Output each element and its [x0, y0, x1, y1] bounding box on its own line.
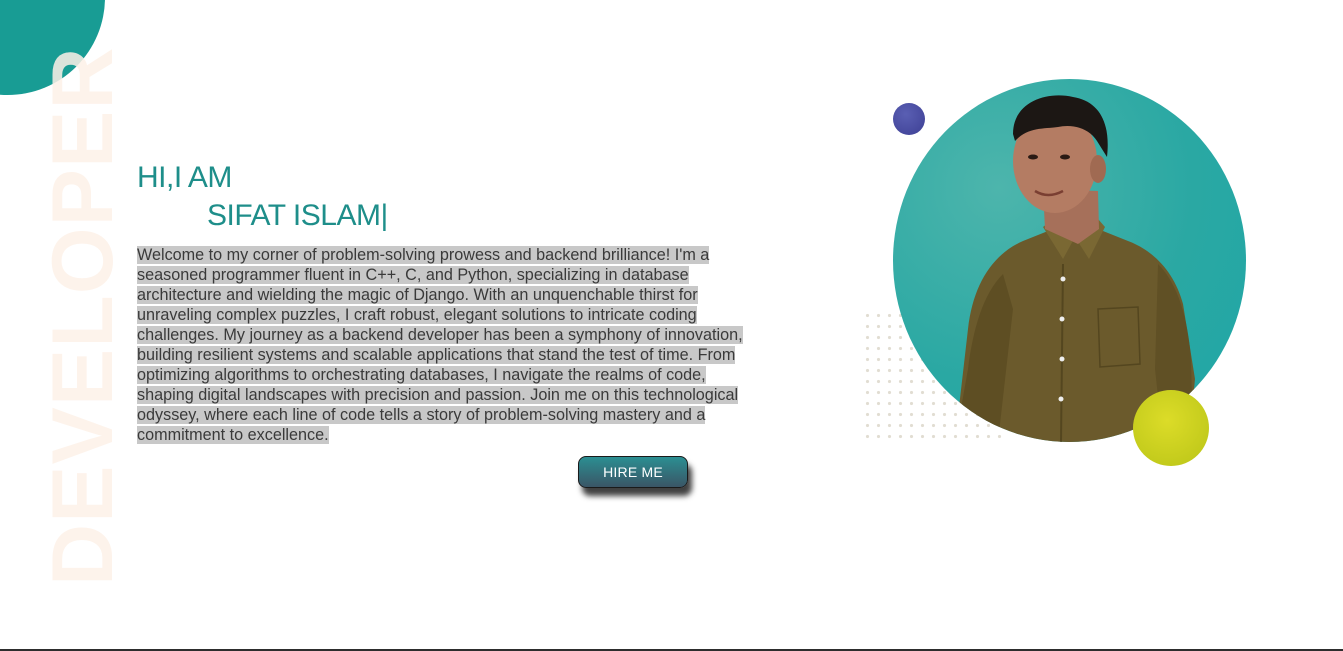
yellow-circle-decoration [1133, 390, 1209, 466]
background-developer-text: DEVELOPER [35, 46, 131, 586]
name-heading: SIFAT ISLAM| [207, 198, 388, 234]
profile-photo [893, 79, 1246, 442]
bio-paragraph: Welcome to my corner of problem-solving … [137, 245, 747, 445]
hire-me-button[interactable]: HIRE ME [578, 456, 688, 488]
greeting-heading: HI,I AM [137, 161, 232, 194]
typing-cursor: | [380, 199, 388, 232]
name-text: SIFAT ISLAM [207, 199, 381, 232]
hero-section: DEVELOPER HI,I AM SIFAT ISLAM| Welcome t… [0, 0, 1343, 651]
person-portrait-icon [955, 95, 1195, 442]
bio-text: Welcome to my corner of problem-solving … [137, 246, 743, 444]
